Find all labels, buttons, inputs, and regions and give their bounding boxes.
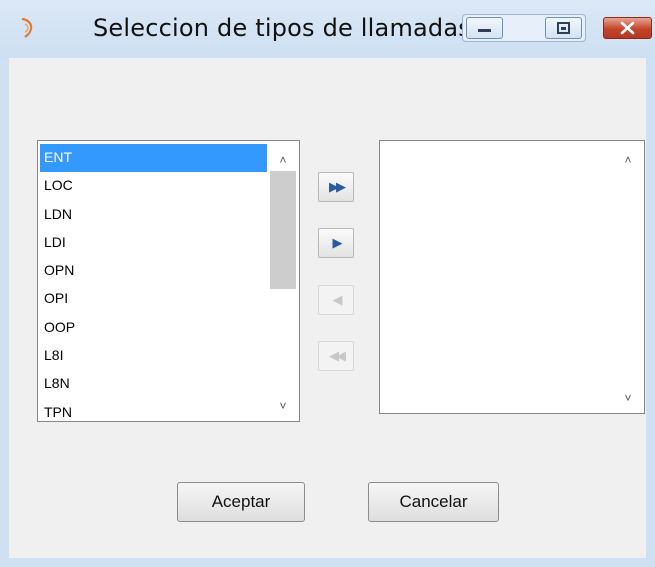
minimize-icon [478,29,491,32]
remove-all-button[interactable]: ◀◀ [318,341,354,371]
list-item[interactable]: LDN [40,201,267,229]
list-item[interactable]: LOC [40,172,267,200]
add-all-button[interactable]: ▶▶ [318,172,354,202]
list-item[interactable]: OOP [40,314,267,342]
dialog-body: ENT LOC LDN LDI OPN OPI OOP L8I L8N TPN ˄ ˅ ▶▶ ▶ … [9,58,646,558]
available-types-list[interactable]: ENT LOC LDN LDI OPN OPI OOP L8I L8N TPN ˄ ˅ [37,140,300,422]
minimize-button[interactable] [466,17,503,39]
scroll-down-arrow-icon[interactable]: ˅ [614,387,642,409]
list-item[interactable]: OPI [40,285,267,313]
add-button[interactable]: ▶ [318,228,354,258]
list-item[interactable]: ENT [40,144,267,173]
available-list-scrollbar[interactable]: ˄ ˅ [269,143,297,419]
accept-button[interactable]: Aceptar [177,482,305,522]
scroll-up-arrow-icon[interactable]: ˄ [614,149,642,171]
list-item[interactable]: OPN [40,257,267,285]
selected-types-list[interactable]: ˄ ˅ [379,140,645,414]
list-item[interactable]: L8N [40,370,267,398]
scroll-up-arrow-icon[interactable]: ˄ [269,149,297,171]
dialog-window: Seleccion de tipos de llamadas ENT LOC LDN… [0,0,655,567]
selected-types-items [382,144,612,413]
close-button[interactable] [603,17,652,39]
list-item[interactable]: TPN [40,399,267,421]
title-bar[interactable]: Seleccion de tipos de llamadas [0,0,655,58]
window-title: Seleccion de tipos de llamadas [93,14,471,42]
maximize-icon [557,22,570,34]
selected-list-scrollbar[interactable]: ˄ ˅ [614,143,642,411]
list-item[interactable]: L8I [40,342,267,370]
maximize-button[interactable] [545,17,582,39]
remove-button[interactable]: ◀ [318,285,354,315]
close-icon [620,21,635,35]
app-icon [21,17,33,38]
available-types-items: ENT LOC LDN LDI OPN OPI OOP L8I L8N TPN [40,144,267,421]
scroll-down-arrow-icon[interactable]: ˅ [269,395,297,417]
scrollbar-thumb[interactable] [270,171,296,289]
list-item[interactable]: LDI [40,229,267,257]
cancel-button[interactable]: Cancelar [368,482,499,522]
